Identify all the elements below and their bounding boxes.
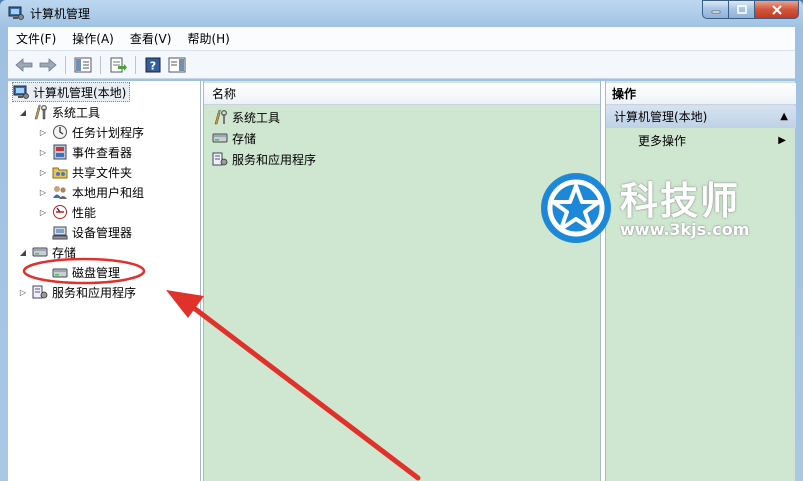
tree-label: 服务和应用程序 bbox=[52, 285, 137, 300]
tree-item-local-users-groups[interactable]: ▷ 本地用户和组 bbox=[38, 182, 144, 202]
menu-view[interactable]: 查看(V) bbox=[122, 28, 180, 50]
system-tools-icon bbox=[32, 104, 48, 120]
computer-management-icon bbox=[13, 84, 29, 100]
storage-icon bbox=[32, 244, 48, 260]
back-button[interactable] bbox=[14, 55, 34, 75]
expand-arrow-icon[interactable]: ▷ bbox=[38, 167, 48, 177]
users-groups-icon bbox=[52, 184, 68, 200]
watermark-url: www.3kjs.com bbox=[620, 220, 750, 239]
tree-label: 存储 bbox=[52, 245, 77, 260]
actions-header: 操作 bbox=[606, 83, 796, 105]
tree-label: 本地用户和组 bbox=[72, 185, 145, 200]
disk-management-icon bbox=[52, 264, 68, 280]
tree-item-device-manager[interactable]: 设备管理器 bbox=[52, 222, 132, 242]
list-item[interactable]: 存储 bbox=[212, 128, 256, 148]
column-header-name[interactable]: 名称 bbox=[204, 83, 600, 105]
expand-arrow-icon[interactable]: ▷ bbox=[38, 127, 48, 137]
collapse-arrow-icon[interactable]: ◢ bbox=[18, 107, 28, 117]
show-hide-action-pane-button[interactable] bbox=[167, 55, 187, 75]
tree-item-event-viewer[interactable]: ▷ 事件查看器 bbox=[38, 142, 132, 162]
list-item-label: 服务和应用程序 bbox=[232, 152, 317, 167]
expand-arrow-icon[interactable]: ▷ bbox=[38, 207, 48, 217]
tree-label: 任务计划程序 bbox=[72, 125, 145, 140]
expand-arrow-icon[interactable]: ▷ bbox=[18, 287, 28, 297]
computer-management-window: 计算机管理 文件(F) 操作(A) 查看(V) 帮助(H) ? 计算机管理(本地… bbox=[0, 0, 803, 481]
close-button[interactable] bbox=[755, 0, 799, 19]
help-button[interactable]: ? bbox=[143, 55, 163, 75]
minimize-button[interactable] bbox=[702, 0, 729, 19]
brand-star-icon bbox=[541, 173, 611, 243]
toolbar-separator bbox=[100, 55, 101, 74]
actions-pane: 操作 计算机管理(本地) ▲ 更多操作 ▶ bbox=[605, 81, 796, 481]
results-pane: 名称 系统工具 存储 服务和应用程序 bbox=[203, 81, 601, 481]
title-bar[interactable]: 计算机管理 bbox=[0, 0, 803, 26]
more-actions-item[interactable]: 更多操作 ▶ bbox=[638, 131, 796, 151]
more-actions-label: 更多操作 bbox=[638, 134, 687, 148]
export-list-button[interactable] bbox=[108, 55, 128, 75]
tree-label: 系统工具 bbox=[52, 105, 101, 120]
menu-bar: 文件(F) 操作(A) 查看(V) 帮助(H) bbox=[8, 27, 795, 51]
collapse-arrow-icon[interactable]: ◢ bbox=[18, 247, 28, 257]
forward-button[interactable] bbox=[38, 55, 58, 75]
menu-action[interactable]: 操作(A) bbox=[64, 28, 122, 50]
system-tools-icon bbox=[212, 109, 228, 125]
list-item[interactable]: 系统工具 bbox=[212, 107, 280, 127]
tree-item-system-tools[interactable]: ◢ 系统工具 bbox=[18, 102, 100, 122]
shared-folder-icon bbox=[52, 164, 68, 180]
computer-management-icon bbox=[8, 5, 24, 21]
watermark-logo: 科技师 www.3kjs.com bbox=[538, 170, 778, 250]
tree-item-performance[interactable]: ▷ 性能 bbox=[38, 202, 96, 222]
watermark-brand: 科技师 bbox=[620, 179, 741, 223]
tree-label: 性能 bbox=[72, 205, 97, 220]
expand-arrow-icon[interactable]: ▷ bbox=[38, 187, 48, 197]
tree-item-shared-folders[interactable]: ▷ 共享文件夹 bbox=[38, 162, 132, 182]
list-item-label: 存储 bbox=[232, 131, 257, 146]
list-item[interactable]: 服务和应用程序 bbox=[212, 149, 316, 169]
maximize-button[interactable] bbox=[729, 0, 755, 19]
menu-help[interactable]: 帮助(H) bbox=[179, 28, 237, 50]
toolbar-separator bbox=[65, 55, 66, 74]
services-apps-icon bbox=[32, 284, 48, 300]
performance-icon bbox=[52, 204, 68, 220]
storage-icon bbox=[212, 130, 228, 146]
device-manager-icon bbox=[52, 224, 68, 240]
event-viewer-icon bbox=[52, 144, 68, 160]
collapse-up-icon[interactable]: ▲ bbox=[780, 106, 788, 128]
tree-item-storage[interactable]: ◢ 存储 bbox=[18, 242, 76, 262]
tree-item-services-applications[interactable]: ▷ 服务和应用程序 bbox=[18, 282, 136, 302]
toolbar: ? bbox=[8, 51, 795, 79]
console-tree: 计算机管理(本地) ◢ 系统工具 ▷ 任务计划程序 ▷ 事件查看器 ▷ 共享文件… bbox=[8, 81, 201, 481]
submenu-arrow-icon: ▶ bbox=[778, 135, 786, 146]
tree-item-task-scheduler[interactable]: ▷ 任务计划程序 bbox=[38, 122, 144, 142]
window-title: 计算机管理 bbox=[30, 7, 91, 21]
tree-label: 计算机管理(本地) bbox=[33, 85, 127, 100]
tree-label: 磁盘管理 bbox=[72, 265, 121, 280]
actions-section-label: 计算机管理(本地) bbox=[614, 110, 708, 124]
show-hide-console-tree-button[interactable] bbox=[73, 55, 93, 75]
list-item-label: 系统工具 bbox=[232, 110, 281, 125]
tree-label: 共享文件夹 bbox=[72, 165, 133, 180]
expand-arrow-icon[interactable]: ▷ bbox=[38, 147, 48, 157]
tree-label: 事件查看器 bbox=[72, 145, 133, 160]
main-panes: 计算机管理(本地) ◢ 系统工具 ▷ 任务计划程序 ▷ 事件查看器 ▷ 共享文件… bbox=[8, 81, 796, 481]
tree-label: 设备管理器 bbox=[72, 225, 133, 240]
tree-item-disk-management[interactable]: 磁盘管理 bbox=[52, 262, 120, 282]
actions-section-computer-management[interactable]: 计算机管理(本地) ▲ bbox=[606, 106, 796, 128]
svg-text:?: ? bbox=[150, 59, 156, 72]
menu-file[interactable]: 文件(F) bbox=[8, 28, 64, 50]
toolbar-separator bbox=[135, 55, 136, 74]
services-apps-icon bbox=[212, 151, 228, 167]
task-scheduler-icon bbox=[52, 124, 68, 140]
tree-item-computer-management[interactable]: 计算机管理(本地) bbox=[12, 82, 131, 102]
